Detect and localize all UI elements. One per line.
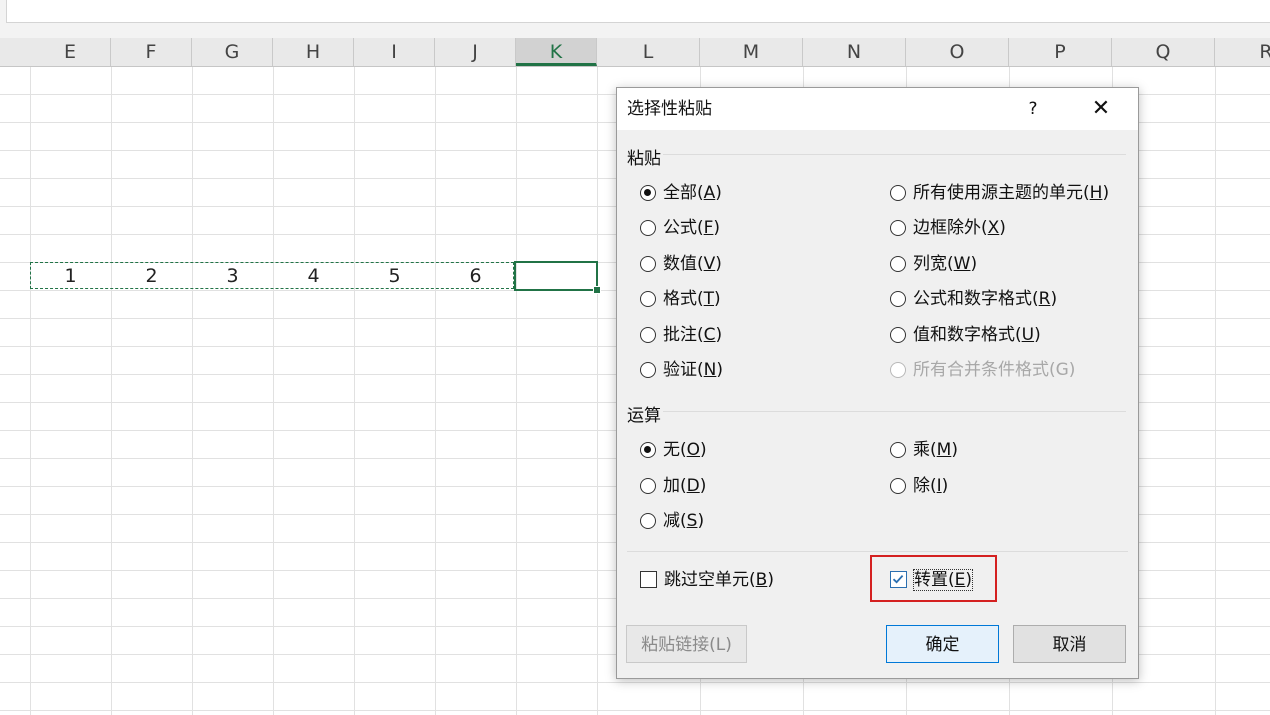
operation-group-label: 运算 <box>627 406 661 426</box>
dialog-title: 选择性粘贴 <box>627 99 712 119</box>
column-header-l[interactable]: L <box>597 38 700 66</box>
radio-icon[interactable] <box>640 362 656 378</box>
operation-none[interactable]: 无(O) <box>640 438 707 462</box>
paste-option-all-except-borders[interactable]: 边框除外(X) <box>890 216 1006 240</box>
fill-handle[interactable] <box>593 286 601 294</box>
radio-icon[interactable] <box>890 327 906 343</box>
column-header-f[interactable]: F <box>111 38 192 66</box>
column-header-q[interactable]: Q <box>1112 38 1215 66</box>
operation-divide[interactable]: 除(I) <box>890 474 948 498</box>
paste-group-label: 粘贴 <box>627 149 661 169</box>
paste-option-values-number-formats[interactable]: 值和数字格式(U) <box>890 323 1041 347</box>
paste-option-comments[interactable]: 批注(C) <box>640 323 722 347</box>
column-header-g[interactable]: G <box>192 38 273 66</box>
paste-link-button: 粘贴链接(L) <box>626 625 747 663</box>
paste-option-source-theme[interactable]: 所有使用源主题的单元(H) <box>890 181 1109 205</box>
cancel-button[interactable]: 取消 <box>1013 625 1126 663</box>
paste-option-formulas[interactable]: 公式(F) <box>640 216 720 240</box>
paste-option-formats[interactable]: 格式(T) <box>640 287 721 311</box>
paste-option-formulas-number-formats[interactable]: 公式和数字格式(R) <box>890 287 1057 311</box>
radio-icon[interactable] <box>890 442 906 458</box>
paste-group-rule <box>663 154 1126 155</box>
skip-blanks-checkbox[interactable]: 跳过空单元(B) <box>640 568 774 592</box>
column-header-row: E F G H I J K L M N O P Q R <box>0 38 1270 67</box>
radio-icon[interactable] <box>890 256 906 272</box>
radio-icon[interactable] <box>640 327 656 343</box>
column-header-j[interactable]: J <box>435 38 516 66</box>
paste-option-validation[interactable]: 验证(N) <box>640 358 723 382</box>
radio-icon[interactable] <box>640 513 656 529</box>
copy-marquee <box>30 262 514 289</box>
column-header-h[interactable]: H <box>273 38 354 66</box>
dialog-titlebar[interactable]: 选择性粘贴 ? ✕ <box>617 88 1138 130</box>
formula-bar-strip <box>0 0 1270 38</box>
close-icon[interactable]: ✕ <box>1083 88 1119 130</box>
column-header-p[interactable]: P <box>1009 38 1112 66</box>
column-header-r[interactable]: R <box>1215 38 1270 66</box>
operation-add[interactable]: 加(D) <box>640 474 706 498</box>
formula-bar-input[interactable] <box>6 0 1270 23</box>
column-header-e[interactable]: E <box>30 38 111 66</box>
options-separator <box>627 551 1128 552</box>
radio-icon[interactable] <box>890 185 906 201</box>
radio-icon[interactable] <box>640 442 656 458</box>
column-header-o[interactable]: O <box>906 38 1009 66</box>
paste-option-all[interactable]: 全部(A) <box>640 181 722 205</box>
radio-icon[interactable] <box>890 291 906 307</box>
radio-icon[interactable] <box>890 478 906 494</box>
highlight-annotation-box <box>870 555 997 602</box>
paste-option-column-widths[interactable]: 列宽(W) <box>890 252 977 276</box>
column-header-m[interactable]: M <box>700 38 803 66</box>
radio-icon[interactable] <box>640 185 656 201</box>
help-button[interactable]: ? <box>1015 88 1051 130</box>
paste-option-merge-conditional-formats: 所有合并条件格式(G) <box>890 358 1075 382</box>
radio-icon[interactable] <box>640 291 656 307</box>
column-header-n[interactable]: N <box>803 38 906 66</box>
column-header-i[interactable]: I <box>354 38 435 66</box>
active-cell-k[interactable] <box>514 261 598 291</box>
radio-icon[interactable] <box>640 478 656 494</box>
operation-multiply[interactable]: 乘(M) <box>890 438 958 462</box>
ok-button[interactable]: 确定 <box>886 625 999 663</box>
radio-icon <box>890 362 906 378</box>
radio-icon[interactable] <box>640 256 656 272</box>
radio-icon[interactable] <box>640 220 656 236</box>
operation-subtract[interactable]: 减(S) <box>640 509 704 533</box>
radio-icon[interactable] <box>890 220 906 236</box>
paste-option-values[interactable]: 数值(V) <box>640 252 722 276</box>
column-header-k[interactable]: K <box>516 38 597 66</box>
checkbox-icon[interactable] <box>640 571 657 588</box>
operation-group-rule <box>663 411 1126 412</box>
